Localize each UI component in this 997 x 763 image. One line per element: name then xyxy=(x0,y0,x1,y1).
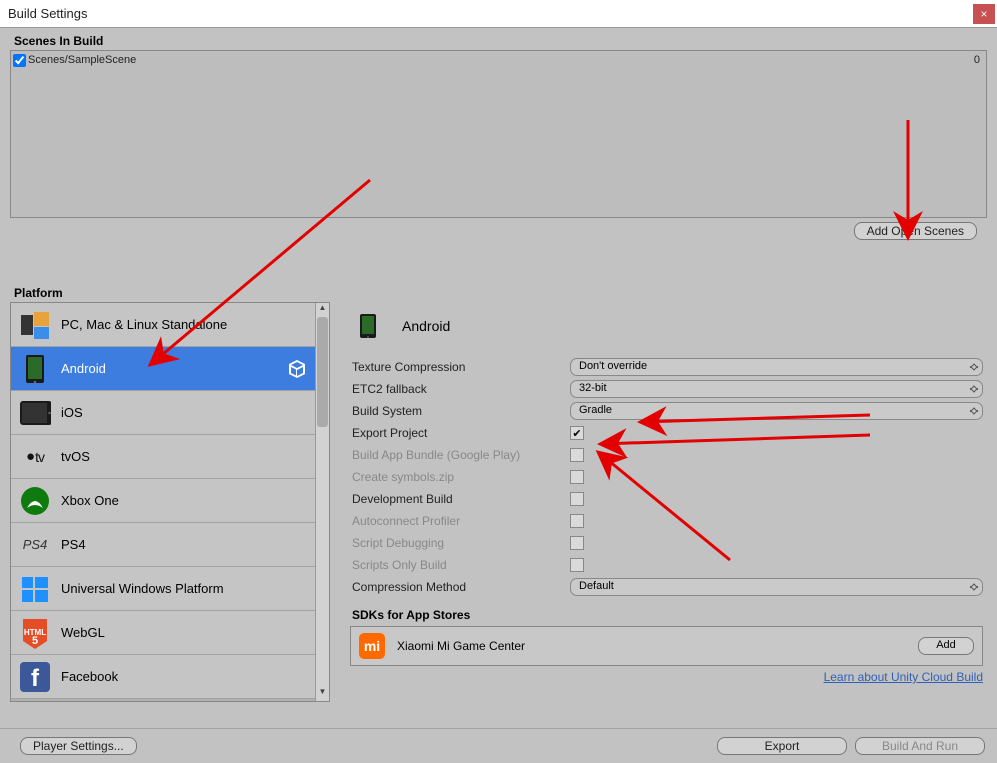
row-export_project: Export Project✔ xyxy=(350,422,983,444)
xboxone-icon xyxy=(19,485,51,517)
script_debugging-checkbox xyxy=(570,536,584,550)
build-and-run-button[interactable]: Build And Run xyxy=(855,737,985,755)
platform-label: PC, Mac & Linux Standalone xyxy=(61,317,307,332)
autoconnect_profiler-checkbox xyxy=(570,514,584,528)
development_build-checkbox[interactable] xyxy=(570,492,584,506)
tvos-icon: ●tv xyxy=(19,441,51,473)
export_project-checkbox[interactable]: ✔ xyxy=(570,426,584,440)
texture_compression-label: Texture Compression xyxy=(350,360,570,374)
platform-section: Platform PC, Mac & Linux Standalone Andro… xyxy=(10,280,330,702)
row-autoconnect_profiler: Autoconnect Profiler xyxy=(350,510,983,532)
platform-label: Facebook xyxy=(61,669,307,684)
close-icon: × xyxy=(980,7,987,21)
row-build_app_bundle: Build App Bundle (Google Play) xyxy=(350,444,983,466)
scene-checkbox[interactable] xyxy=(13,54,26,67)
scene-name: Scenes/SampleScene xyxy=(28,54,974,66)
platform-scrollbar[interactable]: ▲ ▼ xyxy=(315,303,329,701)
add-open-scenes-button[interactable]: Add Open Scenes xyxy=(854,222,977,240)
row-create_symbols: Create symbols.zip xyxy=(350,466,983,488)
row-compression_method: Compression MethodDefault xyxy=(350,576,983,598)
platform-header: Platform xyxy=(10,280,330,302)
etc2_fallback-select[interactable]: 32-bit xyxy=(570,380,983,398)
android-icon xyxy=(19,353,51,385)
platform-item-standalone[interactable]: PC, Mac & Linux Standalone xyxy=(11,303,315,347)
sdks-header: SDKs for App Stores xyxy=(350,604,983,626)
xiaomi-icon: mi xyxy=(359,633,385,659)
footer: Player Settings... Export Build And Run xyxy=(0,728,997,763)
sdk-name: Xiaomi Mi Game Center xyxy=(397,639,918,653)
etc2_fallback-label: ETC2 fallback xyxy=(350,382,570,396)
platform-label: PS4 xyxy=(61,537,307,552)
scroll-up-icon[interactable]: ▲ xyxy=(316,303,329,317)
texture_compression-select[interactable]: Don't override xyxy=(570,358,983,376)
build_system-label: Build System xyxy=(350,404,570,418)
facebook-icon: f xyxy=(19,661,51,693)
platform-label: iOS xyxy=(61,405,307,420)
titlebar: Build Settings × xyxy=(0,0,997,28)
platform-label: Universal Windows Platform xyxy=(61,581,307,596)
platform-item-ios[interactable]: iOS xyxy=(11,391,315,435)
scenes-header: Scenes In Build xyxy=(10,28,987,50)
window-title: Build Settings xyxy=(8,6,88,21)
build_app_bundle-label: Build App Bundle (Google Play) xyxy=(350,448,570,462)
android-icon xyxy=(358,310,382,342)
scripts_only_build-checkbox xyxy=(570,558,584,572)
platform-item-webgl[interactable]: HTML5 WebGL xyxy=(11,611,315,655)
compression_method-select[interactable]: Default xyxy=(570,578,983,596)
standalone-icon xyxy=(19,309,51,341)
scenes-section: Scenes In Build Scenes/SampleScene 0 Add… xyxy=(10,28,987,240)
compression_method-label: Compression Method xyxy=(350,580,570,594)
scenes-list[interactable]: Scenes/SampleScene 0 xyxy=(10,50,987,218)
sdk-row: mi Xiaomi Mi Game Center Add xyxy=(350,626,983,666)
unity-logo-icon xyxy=(287,359,307,379)
autoconnect_profiler-label: Autoconnect Profiler xyxy=(350,514,570,528)
uwp-icon xyxy=(19,573,51,605)
scripts_only_build-label: Scripts Only Build xyxy=(350,558,570,572)
create_symbols-checkbox xyxy=(570,470,584,484)
row-development_build: Development Build xyxy=(350,488,983,510)
build_system-select[interactable]: Gradle xyxy=(570,402,983,420)
svg-text:f: f xyxy=(31,665,40,692)
create_symbols-label: Create symbols.zip xyxy=(350,470,570,484)
export_project-label: Export Project xyxy=(350,426,570,440)
scene-row[interactable]: Scenes/SampleScene 0 xyxy=(13,53,984,67)
row-texture_compression: Texture CompressionDon't override xyxy=(350,356,983,378)
platform-label: Xbox One xyxy=(61,493,307,508)
platform-item-facebook[interactable]: f Facebook xyxy=(11,655,315,699)
learn-cloud-build-link[interactable]: Learn about Unity Cloud Build xyxy=(350,666,983,684)
row-script_debugging: Script Debugging xyxy=(350,532,983,554)
platform-label: tvOS xyxy=(61,449,307,464)
ps4-icon: PS4 xyxy=(19,529,51,561)
platform-label: WebGL xyxy=(61,625,307,640)
ios-icon xyxy=(19,397,51,429)
webgl-icon: HTML5 xyxy=(19,617,51,649)
scroll-down-icon[interactable]: ▼ xyxy=(316,687,329,701)
platform-item-xboxone[interactable]: Xbox One xyxy=(11,479,315,523)
export-button[interactable]: Export xyxy=(717,737,847,755)
player-settings-button[interactable]: Player Settings... xyxy=(20,737,137,755)
sdk-add-button[interactable]: Add xyxy=(918,637,974,655)
details-title: Android xyxy=(402,318,450,334)
scroll-thumb[interactable] xyxy=(317,317,328,427)
build_app_bundle-checkbox xyxy=(570,448,584,462)
close-button[interactable]: × xyxy=(973,4,995,24)
platform-item-ps4[interactable]: PS4 PS4 xyxy=(11,523,315,567)
details-header: Android xyxy=(350,306,983,346)
platform-label: Android xyxy=(61,361,287,376)
platform-item-uwp[interactable]: Universal Windows Platform xyxy=(11,567,315,611)
row-scripts_only_build: Scripts Only Build xyxy=(350,554,983,576)
row-build_system: Build SystemGradle xyxy=(350,400,983,422)
platform-list: PC, Mac & Linux Standalone Android iOS ●tv t… xyxy=(10,302,330,702)
development_build-label: Development Build xyxy=(350,492,570,506)
svg-text:5: 5 xyxy=(32,635,38,647)
platform-item-tvos[interactable]: ●tv tvOS xyxy=(11,435,315,479)
platform-item-android[interactable]: Android xyxy=(11,347,315,391)
scene-index: 0 xyxy=(974,54,984,66)
script_debugging-label: Script Debugging xyxy=(350,536,570,550)
details-panel: Android Texture CompressionDon't overrid… xyxy=(350,306,983,684)
row-etc2_fallback: ETC2 fallback32-bit xyxy=(350,378,983,400)
